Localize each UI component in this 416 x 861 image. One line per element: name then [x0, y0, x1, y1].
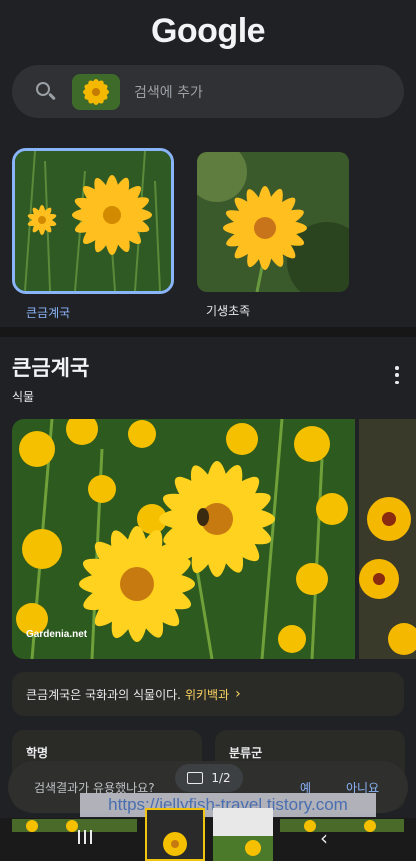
pager-text: 1/2 [211, 771, 231, 785]
image-credit: Gardenia.net [26, 629, 88, 640]
section-divider [0, 327, 416, 337]
image-icon [187, 772, 204, 784]
info-card-title: 분류군 [229, 746, 263, 760]
chevron-right-icon[interactable]: › [235, 686, 241, 702]
query-image-thumbnail[interactable] [72, 73, 120, 110]
result-card-1[interactable]: 큰금계국 [12, 148, 174, 321]
result-image-2[interactable] [197, 152, 349, 292]
thumbnail-strip-left [12, 818, 137, 832]
description-card[interactable]: 큰금계국은 국화과의 식물이다. 위키백과 › [12, 672, 404, 716]
back-icon[interactable]: ‹ [320, 826, 328, 850]
thumbnail-strip-right [280, 818, 404, 832]
google-logo: Google [150, 12, 266, 50]
more-options-icon[interactable] [394, 366, 400, 384]
recent-app-thumbnail-1[interactable] [145, 808, 205, 861]
entity-title: 큰금계국 [12, 356, 90, 380]
entity-image-main[interactable] [12, 419, 355, 659]
visual-matches: 큰금계국 기생초족 [12, 148, 354, 321]
search-icon[interactable] [34, 80, 58, 104]
recent-app-thumbnail-2[interactable] [213, 808, 273, 861]
recent-apps-icon[interactable] [78, 830, 92, 844]
entity-image-next[interactable] [359, 419, 416, 659]
entity-subtitle: 식물 [12, 390, 35, 404]
image-pager[interactable]: 1/2 [175, 764, 243, 792]
result-label-1[interactable]: 큰금계국 [26, 304, 174, 321]
description-text: 큰금계국은 국화과의 식물이다. [26, 687, 181, 702]
info-card-title: 학명 [26, 746, 49, 760]
result-image-1[interactable] [12, 148, 174, 294]
result-label-2[interactable]: 기생초족 [206, 302, 354, 319]
search-bar[interactable]: 검색에 추가 [12, 65, 404, 118]
result-card-2[interactable]: 기생초족 [192, 148, 354, 321]
wikipedia-link[interactable]: 위키백과 [185, 686, 229, 703]
search-placeholder[interactable]: 검색에 추가 [134, 82, 203, 102]
